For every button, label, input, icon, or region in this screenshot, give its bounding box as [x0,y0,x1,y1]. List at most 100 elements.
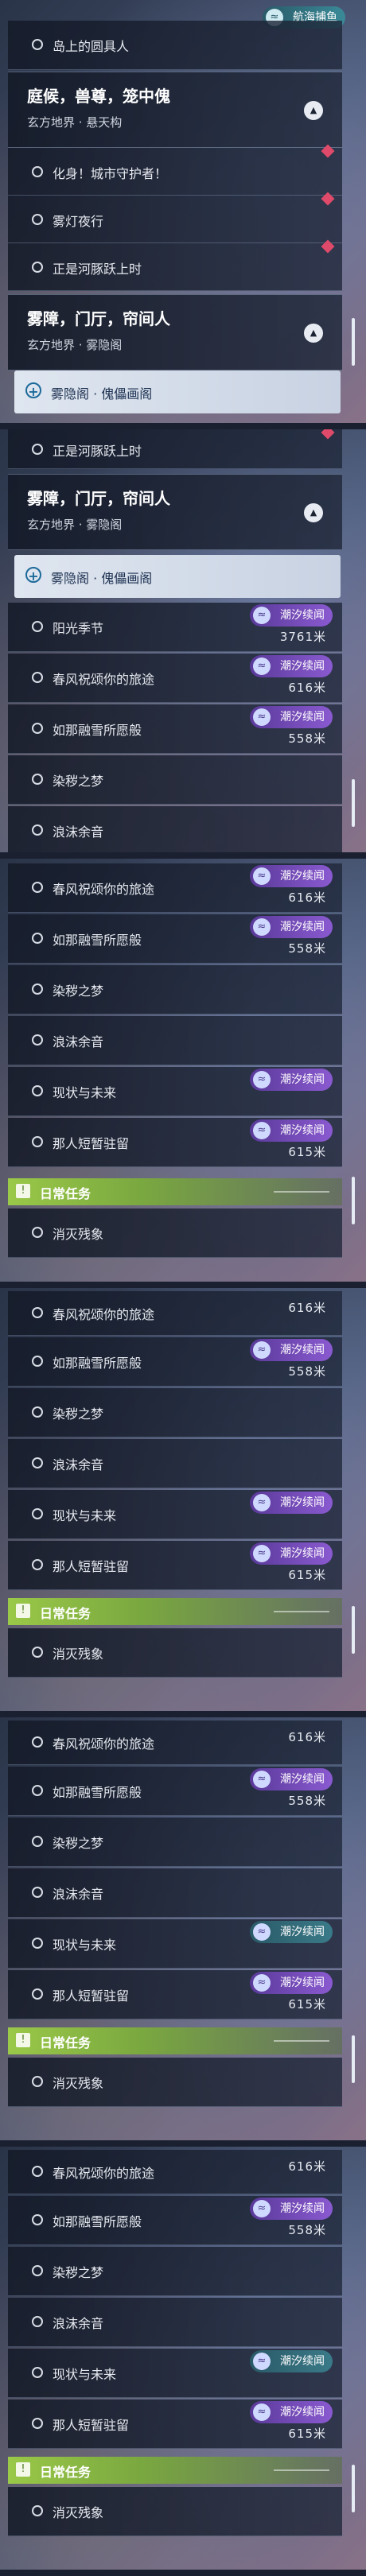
quest-row[interactable]: 雾灯夜行 [8,192,342,243]
scrollbar[interactable] [352,2465,355,2512]
wave-icon: ≈ [253,2353,271,2370]
tide-news-badge[interactable]: ≈ 潮汐续闻 [250,1069,333,1091]
quest-row[interactable]: 那人短暂驻留 ≈ 潮汐续闻 615米 [8,2399,342,2449]
radio-icon [32,1887,43,1898]
tide-news-badge[interactable]: ≈ 潮汐续闻 [250,1921,333,1943]
quest-row[interactable]: 消灭残象 [8,2058,342,2107]
quest-row[interactable]: 现状与未来 ≈ 潮汐续闻 [8,1919,342,1969]
tide-news-badge[interactable]: ≈ 潮汐续闻 [250,1339,333,1361]
quest-row[interactable]: 春风祝颂你的旅途 616米 [8,1721,342,1765]
quest-row[interactable]: 春风祝颂你的旅途 616米 [8,1291,342,1336]
daily-tasks-header[interactable]: ! 日常任务 [8,2457,342,2484]
chevron-up-icon[interactable]: ▲ [304,101,323,120]
quest-row[interactable]: 岛上的圆具人 [8,21,342,70]
tide-news-badge[interactable]: ≈ 潮汐续闻 [250,604,333,627]
scrollbar[interactable] [352,1606,355,1654]
quest-row[interactable]: 如那融雪所愿般 ≈ 潮汐续闻 558米 [8,2196,342,2245]
tide-news-badge[interactable]: ≈ 潮汐续闻 [250,2350,333,2372]
daily-tasks-header[interactable]: ! 日常任务 [8,2027,342,2054]
plus-circle-icon: + [25,567,41,584]
scrollbar[interactable] [352,1177,355,1224]
quest-panel-screen-4: 春风祝颂你的旅途 616米 如那融雪所愿般 ≈ 潮汐续闻 558米 染秽之梦 浪沫余音 … [0,1288,366,1717]
quest-row[interactable]: 化身！城市守护者！ [8,144,342,196]
radio-icon [32,1785,43,1796]
quest-row[interactable]: 现状与未来 ≈ 潮汐续闻 [8,1067,342,1116]
tide-news-badge[interactable]: ≈ 潮汐续闻 [250,2401,333,2423]
scrollbar[interactable] [352,2035,355,2083]
radio-icon [32,1406,43,1418]
quest-group-header[interactable]: 庭候，兽尊，笼中傀 玄方地界 · 悬天构 ▲ [8,72,342,148]
radio-icon [32,2166,43,2177]
tide-news-badge[interactable]: ≈ 潮汐续闻 [250,1492,333,1514]
radio-icon [32,262,43,273]
daily-tasks-header[interactable]: ! 日常任务 [8,1178,342,1205]
quest-panel-screen-6: 春风祝颂你的旅途 616米 如那融雪所愿般 ≈ 潮汐续闻 558米 染秽之梦 浪沫余音 … [0,2147,366,2576]
quest-row[interactable]: 如那融雪所愿般 ≈ 潮汐续闻 558米 [8,1337,342,1387]
wave-icon: ≈ [253,1341,271,1359]
radio-icon [32,882,43,893]
quest-row[interactable]: 如那融雪所愿般 ≈ 潮汐续闻 558米 [8,704,342,754]
quest-row[interactable]: 浪沫余音 [8,1439,342,1488]
quest-row[interactable]: 消灭残象 [8,2487,342,2536]
quest-row[interactable]: 正是河豚跃上时 [8,429,342,469]
tide-news-badge[interactable]: ≈ 潮汐续闻 [250,916,333,938]
quest-row[interactable]: 春风祝颂你的旅途 ≈ 潮汐续闻 616米 [8,654,342,703]
wave-icon: ≈ [253,918,271,936]
checkbox-icon: ! [16,2033,30,2047]
radio-icon [32,2214,43,2225]
tide-news-badge[interactable]: ≈ 潮汐续闻 [250,706,333,728]
quest-row[interactable]: 那人短暂驻留 ≈ 潮汐续闻 615米 [8,1970,342,2019]
quest-group-header[interactable]: 雾障，门厅，帘间人 玄方地界 · 雾隐阁 ▲ [8,474,342,550]
quest-row[interactable]: 阳光季节 ≈ 潮汐续闻 3761米 [8,603,342,652]
radio-icon [32,1356,43,1367]
quest-row[interactable]: 染秽之梦 [8,755,342,805]
quest-row[interactable]: 春风祝颂你的旅途 ≈ 潮汐续闻 616米 [8,863,342,913]
quest-group-header[interactable]: 雾障，门厅，帘间人 玄方地界 · 雾隐阁 ▲ [8,294,342,370]
quest-row[interactable]: 春风祝颂你的旅途 616米 [8,2150,342,2194]
wave-icon: ≈ [253,1545,271,1562]
quest-panel-screen-1: ≈ 航海捕鱼 岛上的圆具人 庭候，兽尊，笼中傀 玄方地界 · 悬天构 ▲ 化身！城市守… [0,0,366,429]
quest-row[interactable]: 染秽之梦 [8,1388,342,1437]
quest-row[interactable]: 染秽之梦 [8,965,342,1014]
tide-news-badge[interactable]: ≈ 潮汐续闻 [250,1768,333,1790]
selected-subquest[interactable]: + 雾隐阁 · 傀儡画阁 [14,370,341,413]
quest-row[interactable]: 染秽之梦 [8,1818,342,1867]
quest-row[interactable]: 那人短暂驻留 ≈ 潮汐续闻 615米 [8,1541,342,1590]
tide-news-badge[interactable]: ≈ 潮汐续闻 [250,865,333,887]
chevron-up-icon[interactable]: ▲ [304,503,323,522]
tide-news-badge[interactable]: ≈ 潮汐续闻 [250,2198,333,2220]
tide-news-badge[interactable]: ≈ 潮汐续闻 [250,1119,333,1142]
quest-row[interactable]: 现状与未来 ≈ 潮汐续闻 [8,2349,342,2398]
divider [274,1611,329,1612]
scrollbar[interactable] [352,318,355,366]
wave-icon: ≈ [253,1071,271,1088]
quest-row[interactable]: 现状与未来 ≈ 潮汐续闻 [8,1490,342,1539]
quest-row[interactable]: 浪沫余音 [8,806,342,855]
radio-icon [32,2367,43,2378]
quest-panel-screen-5: 春风祝颂你的旅途 616米 如那融雪所愿般 ≈ 潮汐续闻 558米 染秽之梦 浪沫余音 … [0,1717,366,2147]
quest-row[interactable]: 如那融雪所愿般 ≈ 潮汐续闻 558米 [8,1767,342,1816]
wave-icon: ≈ [253,867,271,885]
tide-news-badge[interactable]: ≈ 潮汐续闻 [250,1542,333,1565]
chevron-up-icon[interactable]: ▲ [304,324,323,343]
radio-icon [32,1938,43,1949]
quest-row[interactable]: 浪沫余音 [8,1868,342,1918]
radio-icon [32,1508,43,1519]
quest-row[interactable]: 那人短暂驻留 ≈ 潮汐续闻 615米 [8,1118,342,1167]
quest-row[interactable]: 如那融雪所愿般 ≈ 潮汐续闻 558米 [8,914,342,964]
quest-row[interactable]: 正是河豚跃上时 [8,239,342,291]
radio-icon [32,723,43,734]
daily-tasks-header[interactable]: ! 日常任务 [8,1598,342,1625]
divider [274,2469,329,2471]
quest-row[interactable]: 消灭残象 [8,1628,342,1678]
tide-news-badge[interactable]: ≈ 潮汐续闻 [250,1972,333,1994]
quest-row[interactable]: 消灭残象 [8,1208,342,1258]
radio-icon [32,824,43,836]
quest-row[interactable]: 浪沫余音 [8,1016,342,1065]
tide-news-badge[interactable]: ≈ 潮汐续闻 [250,655,333,677]
selected-subquest[interactable]: + 雾隐阁 · 傀儡画阁 [14,555,341,598]
quest-row[interactable]: 染秽之梦 [8,2247,342,2296]
radio-icon [32,621,43,632]
quest-row[interactable]: 浪沫余音 [8,2298,342,2347]
scrollbar[interactable] [352,779,355,827]
